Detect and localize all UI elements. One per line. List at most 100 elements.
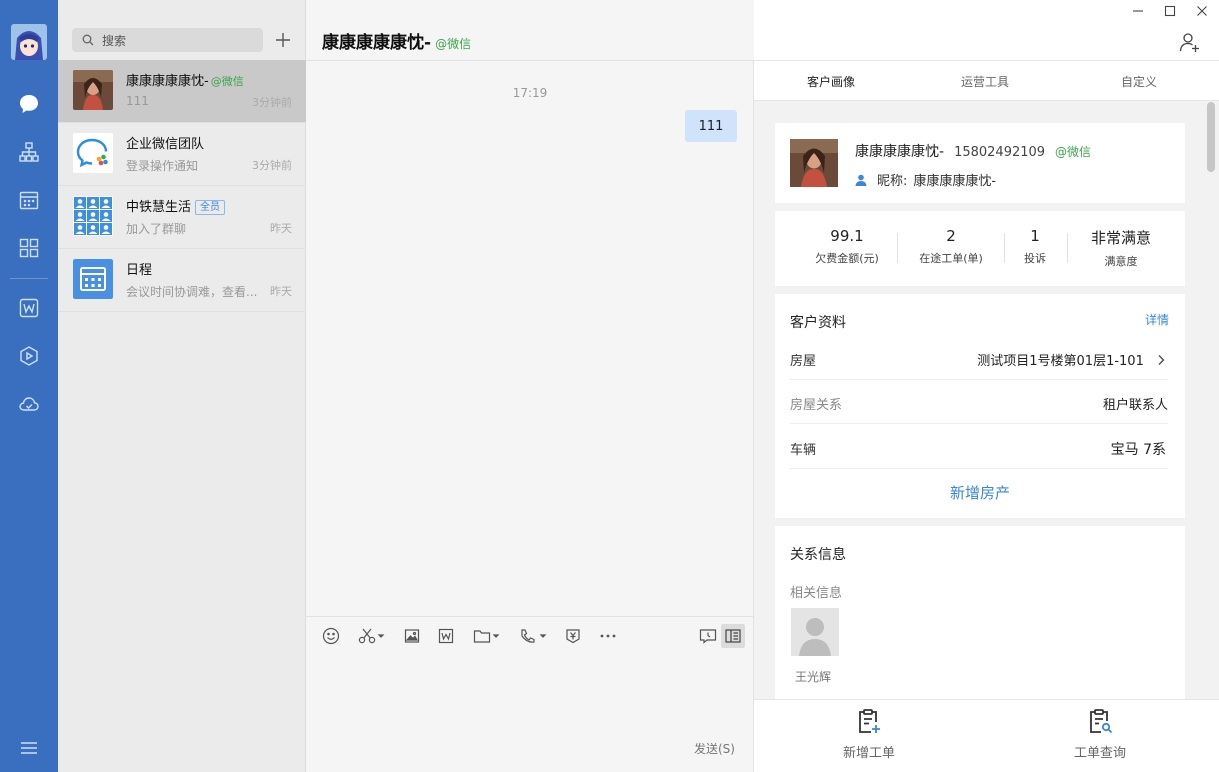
tab-operation-tools[interactable]: 运营工具 [961,73,1009,90]
user-avatar[interactable] [11,24,47,60]
maximize-icon [1164,5,1176,17]
doc-button[interactable] [438,626,454,646]
customer-name: 康康康康康忱- [855,144,945,160]
customer-info-card: 客户资料 详情 房屋 测试项目1号楼第01层1-101 房屋关系 租户联系人 车… [775,294,1185,518]
panel-scroll-area: 康康康康康忱- 15802492109 @微信 昵称: 康康康康康忱- 99.1 欠… [754,101,1219,699]
conversation-item[interactable]: 康康康康康忱- @微信 111 3分钟前 [58,60,306,123]
nickname-label: 昵称: [877,174,908,189]
nav-menu[interactable] [0,734,58,762]
ticket-query-button[interactable]: 工单查询 [1074,708,1126,761]
add-house-button[interactable]: 新增房产 [775,482,1185,503]
ticket-query-label: 工单查询 [1074,746,1127,761]
conversation-time: 昨天 [270,285,292,298]
add-user-icon [1179,33,1199,52]
person-avatar[interactable] [791,608,839,656]
conversation-time: 3分钟前 [252,96,292,109]
conversation-time: 昨天 [270,222,292,235]
payment-button[interactable] [565,626,581,646]
input-toolbar [306,616,754,654]
conversation-name: 企业微信团队 [126,137,205,152]
nav-cloud[interactable] [0,390,58,418]
conversation-preview: 加入了群聊 [126,222,187,236]
apps-icon [19,238,39,258]
chat-area: 康康康康康忱- @微信 17:19 111 发送(S) [306,0,754,772]
send-button[interactable]: 发送(S) [694,740,735,757]
new-ticket-button[interactable]: 新增工单 [843,708,895,761]
phone-icon [521,629,547,643]
all-members-badge: 全员 [195,200,226,215]
stat-arrears[interactable]: 99.1 欠费金额(元) [805,227,889,266]
conversation-name: 日程 [126,263,153,278]
info-key: 房屋关系 [790,398,843,413]
search-icon [82,34,94,46]
screenshot-button[interactable] [358,626,386,646]
wechat-tag: @微信 [210,75,244,88]
panel-icon [725,629,741,643]
stat-label: 在途工单(单) [919,252,983,265]
stat-value: 1 [1030,227,1040,245]
rail-divider [10,278,48,279]
panel-tabs: 客户画像 运营工具 自定义 [754,61,1219,101]
cloud-icon [19,397,39,411]
bottom-actions: 新增工单 工单查询 [754,699,1219,772]
stat-label: 欠费金额(元) [815,252,879,265]
more-button[interactable] [599,626,617,646]
close-button[interactable] [1194,3,1210,19]
scissors-icon [358,628,385,644]
person-icon [855,174,867,186]
conversation-item[interactable]: 中铁慧生活 全员 加入了群聊 昨天 [58,186,306,249]
nav-chat[interactable] [0,90,58,118]
relation-title: 关系信息 [790,547,846,563]
conversation-list: 搜索 康康康康康忱- @微信 111 3分钟前 企业微信团队 登录操作通知 3分钟… [58,0,306,772]
minimize-button[interactable] [1130,3,1146,19]
nav-contacts[interactable] [0,138,58,166]
message-bubble[interactable]: 111 [685,110,737,142]
message-timestamp: 17:19 [512,86,548,100]
stat-value: 99.1 [830,227,864,245]
conversation-preview: 111 [126,94,149,108]
details-link[interactable]: 详情 [1145,311,1169,328]
profile-card: 康康康康康忱- 15802492109 @微信 昵称: 康康康康康忱- [775,123,1185,203]
panel-scrollbar[interactable] [1207,102,1215,172]
nav-calendar[interactable] [0,186,58,214]
info-row-house[interactable]: 房屋 测试项目1号楼第01层1-101 [790,336,1168,380]
chevron-right-icon [1158,355,1165,365]
ticket-search-icon [1090,709,1113,734]
tab-custom[interactable]: 自定义 [1121,73,1157,90]
sidebar-toggle-button[interactable] [721,624,745,648]
emoji-button[interactable] [322,626,340,646]
info-value: 测试项目1号楼第01层1-101 [977,354,1144,369]
history-button[interactable] [699,626,717,646]
stat-label: 满意度 [1104,255,1138,268]
customer-info-title: 客户资料 [790,315,846,331]
plus-icon [276,33,290,47]
conversation-name: 康康康康康忱- [126,74,209,89]
customer-panel: 客户画像 运营工具 自定义 康康康康康忱- 15802492109 @微信 昵称: … [754,0,1219,772]
nav-workbench[interactable] [0,342,58,370]
add-button[interactable] [271,28,295,52]
tab-customer-profile[interactable]: 客户画像 [807,73,855,90]
image-button[interactable] [404,626,420,646]
nav-docs[interactable] [0,294,58,322]
maximize-button[interactable] [1162,3,1178,19]
customer-avatar [790,139,838,187]
schedule-icon [73,259,113,299]
conversation-item[interactable]: 企业微信团队 登录操作通知 3分钟前 [58,123,306,186]
file-button[interactable] [473,626,503,646]
search-input[interactable]: 搜索 [72,28,263,52]
info-row-relation: 房屋关系 租户联系人 [790,380,1168,424]
call-button[interactable] [519,626,549,646]
stat-complaints[interactable]: 1 投诉 [1015,227,1055,266]
add-member-button[interactable] [1179,31,1201,57]
contact-avatar [73,70,113,110]
stat-open-tickets[interactable]: 2 在途工单(单) [909,227,993,266]
menu-icon [21,742,37,754]
cube-icon [20,346,38,366]
conversation-name: 中铁慧生活 [126,200,192,215]
nickname-value: 康康康康康忱- [913,174,997,189]
stat-value: 非常满意 [1090,229,1151,247]
stat-satisfaction[interactable]: 非常满意 满意度 [1079,227,1163,269]
nav-apps[interactable] [0,234,58,262]
conversation-item[interactable]: 日程 会议时间协调难，查看... 昨天 [58,249,306,312]
emoji-icon [322,627,340,645]
